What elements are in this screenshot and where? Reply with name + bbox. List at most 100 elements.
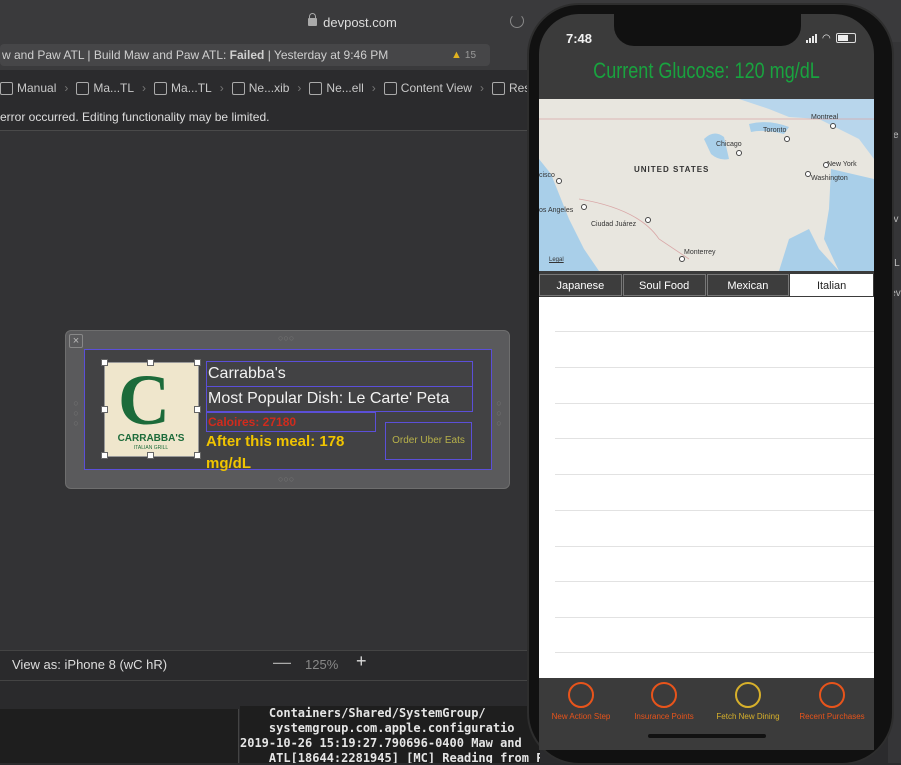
- selection-handle[interactable]: [194, 406, 201, 413]
- paws-icon: [568, 682, 594, 708]
- wifi-icon: ◠: [822, 32, 831, 44]
- city-dot: [805, 171, 811, 177]
- error-banner: error occurred. Editing functionality ma…: [0, 106, 530, 131]
- city-dot: [784, 136, 790, 142]
- signal-icon: [806, 33, 817, 43]
- table-row[interactable]: [555, 367, 874, 368]
- city-dot: [556, 178, 562, 184]
- city-label: Monterrey: [684, 249, 716, 256]
- grid-icon: [0, 81, 13, 95]
- calories-label[interactable]: Caloires: 27180: [206, 412, 376, 432]
- breadcrumb-item[interactable]: Content View: [383, 81, 472, 95]
- country-label: UNITED STATES: [634, 165, 710, 174]
- build-status-result: Failed: [229, 48, 265, 62]
- breadcrumb-item[interactable]: Ma...TL: [76, 81, 134, 95]
- close-icon[interactable]: ×: [69, 334, 83, 348]
- after-meal-label[interactable]: After this meal: 178 mg/dL: [206, 431, 374, 472]
- resize-handle-icon[interactable]: ○○○: [71, 398, 81, 428]
- map-background: [539, 99, 874, 271]
- tab-new-action-step[interactable]: New Action Step: [539, 682, 623, 721]
- legal-link[interactable]: Legal: [549, 257, 564, 263]
- selection-handle[interactable]: [101, 452, 108, 459]
- table-row[interactable]: [555, 331, 874, 332]
- selection-handle[interactable]: [101, 406, 108, 413]
- warning-indicator[interactable]: ▲ 15: [451, 49, 476, 61]
- console-output: Containers/Shared/SystemGroup/ systemgro…: [240, 706, 540, 763]
- selection-handle[interactable]: [194, 452, 201, 459]
- breadcrumb-item[interactable]: Ne...xib: [231, 81, 289, 95]
- breadcrumb-item[interactable]: Manual: [0, 81, 56, 95]
- table-row[interactable]: [555, 403, 874, 404]
- chevron-right-icon: ›: [297, 81, 302, 95]
- city-label: Montreal: [811, 114, 839, 121]
- url-text: devpost.com: [323, 14, 397, 30]
- city-dot: [736, 150, 742, 156]
- city-dot: [645, 217, 651, 223]
- tab-mexican[interactable]: Mexican: [706, 274, 790, 296]
- breadcrumb-item[interactable]: Ne...ell: [309, 81, 364, 95]
- selection-handle[interactable]: [147, 359, 154, 366]
- medal-icon: [651, 682, 677, 708]
- current-glucose-label: Current Glucose: 120 mg/dL: [593, 58, 820, 83]
- popular-dish-label[interactable]: Most Popular Dish: Le Carte' Peta: [206, 386, 473, 412]
- variables-pane: [0, 709, 239, 763]
- city-label: cisco: [539, 172, 555, 179]
- build-status-prefix: w and Paw ATL | Build Maw and Paw ATL:: [2, 48, 230, 62]
- tab-italian[interactable]: Italian: [790, 274, 873, 296]
- table-row[interactable]: [555, 546, 874, 547]
- resize-handle-icon[interactable]: ○○○: [494, 398, 504, 428]
- address-bar[interactable]: devpost.com: [180, 11, 525, 33]
- table-row[interactable]: [555, 652, 874, 653]
- tab-recent-purchases[interactable]: Recent Purchases: [790, 682, 874, 721]
- status-icons: ◠: [806, 32, 861, 44]
- folder-icon: [154, 81, 168, 95]
- table-row[interactable]: [555, 510, 874, 511]
- resize-handle-icon[interactable]: ○○○: [278, 474, 294, 484]
- lock-icon: [308, 13, 318, 26]
- tab-japanese[interactable]: Japanese: [539, 274, 622, 296]
- build-status[interactable]: w and Paw ATL | Build Maw and Paw ATL: F…: [0, 44, 490, 66]
- table-row[interactable]: [555, 581, 874, 582]
- view-icon: [491, 81, 505, 95]
- reload-icon[interactable]: [510, 14, 524, 28]
- breadcrumb-item[interactable]: Ma...TL: [154, 81, 212, 95]
- city-label: Ciudad Juárez: [591, 221, 637, 228]
- tab-soul-food[interactable]: Soul Food: [622, 274, 706, 296]
- city-dot: [581, 204, 587, 210]
- dog-walker-icon: [735, 682, 761, 708]
- chevron-right-icon: ›: [64, 81, 69, 95]
- order-uber-eats-button[interactable]: Order Uber Eats: [385, 422, 472, 460]
- status-time: 7:48: [566, 31, 593, 46]
- restaurant-table[interactable]: [539, 297, 874, 678]
- file-icon: [76, 81, 90, 95]
- restaurant-name-label[interactable]: Carrabba's: [206, 361, 473, 387]
- table-row[interactable]: [555, 438, 874, 439]
- view-as-label[interactable]: View as: iPhone 8 (wC hR): [12, 657, 167, 672]
- phone-notch: [614, 14, 801, 46]
- zoom-in-button[interactable]: +: [356, 651, 367, 672]
- city-label: New York: [827, 161, 857, 168]
- tab-fetch-new-dining[interactable]: Fetch New Dining: [706, 682, 790, 721]
- jump-bar: Manual › Ma...TL › Ma...TL › Ne...xib › Ne..…: [0, 76, 562, 100]
- cell-icon: [309, 81, 323, 95]
- selection-handle[interactable]: [101, 359, 108, 366]
- selection-handle[interactable]: [147, 452, 154, 459]
- view-icon: [383, 81, 397, 95]
- tab-bar: New Action Step Insurance Points Fetch N…: [539, 678, 874, 750]
- build-status-time: | Yesterday at 9:46 PM: [264, 48, 389, 62]
- tab-insurance-points[interactable]: Insurance Points: [622, 682, 706, 721]
- smiley-icon: [819, 682, 845, 708]
- selection-handle[interactable]: [194, 359, 201, 366]
- home-indicator[interactable]: [648, 734, 766, 738]
- logo-letter: C: [118, 360, 170, 440]
- zoom-level: 125%: [305, 657, 339, 672]
- map-view[interactable]: Montreal Toronto Chicago New York Washin…: [539, 99, 874, 271]
- table-row[interactable]: [555, 474, 874, 475]
- chevron-right-icon: ›: [479, 81, 484, 95]
- resize-handle-icon[interactable]: ○○○: [278, 333, 294, 343]
- zoom-out-button[interactable]: —: [273, 652, 291, 673]
- city-label: Chicago: [716, 141, 742, 148]
- city-label: os Angeles: [539, 207, 574, 214]
- table-row[interactable]: [555, 617, 874, 618]
- chevron-right-icon: ›: [371, 81, 376, 95]
